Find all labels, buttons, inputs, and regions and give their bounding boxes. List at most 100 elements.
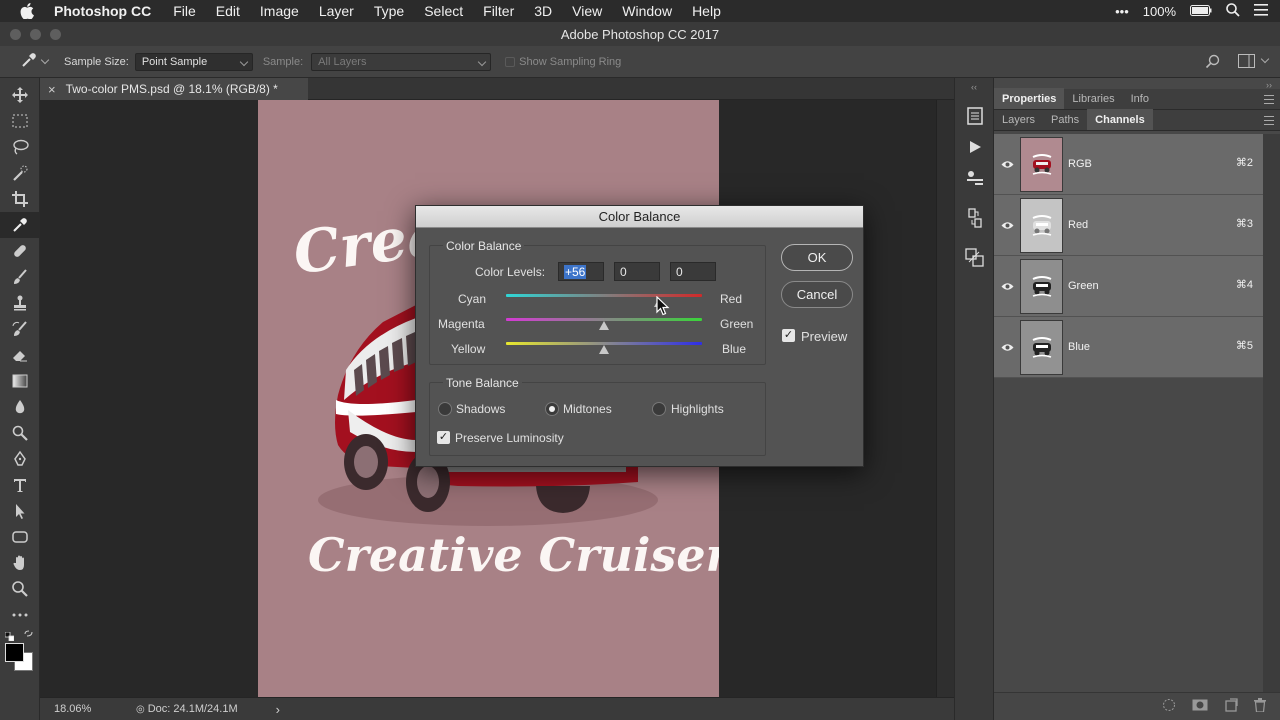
load-selection-icon[interactable] — [1162, 698, 1176, 715]
tab-layers[interactable]: Layers — [994, 109, 1043, 130]
eyedropper-tool-preset-icon[interactable] — [20, 51, 38, 72]
save-selection-icon[interactable] — [1192, 699, 1208, 714]
menu-image[interactable]: Image — [260, 3, 299, 19]
history-icon[interactable] — [955, 96, 995, 136]
tab-properties[interactable]: Properties — [994, 88, 1065, 109]
eye-icon[interactable] — [994, 160, 1020, 169]
eye-icon[interactable] — [994, 343, 1020, 352]
search-icon[interactable] — [1205, 54, 1220, 72]
crop-tool[interactable] — [0, 186, 40, 212]
shape-tool[interactable] — [0, 524, 40, 550]
minimize-window-button[interactable] — [30, 29, 41, 40]
blur-tool[interactable] — [0, 394, 40, 420]
yellow-blue-slider-thumb[interactable] — [599, 345, 609, 354]
gradient-tool[interactable] — [0, 368, 40, 394]
menu-filter[interactable]: Filter — [483, 3, 514, 19]
workspace-caret[interactable] — [1260, 54, 1270, 64]
panel-menu-icon[interactable] — [1264, 95, 1274, 104]
preserve-luminosity-checkbox[interactable]: ✓ — [437, 431, 450, 444]
sample-size-select[interactable]: Point Sample — [134, 52, 253, 71]
menu-view[interactable]: View — [572, 3, 602, 19]
zoom-window-button[interactable] — [50, 29, 61, 40]
midtones-radio[interactable] — [545, 402, 559, 416]
menu-file[interactable]: File — [173, 3, 196, 19]
status-menu-arrow[interactable]: › — [276, 702, 280, 717]
search-icon[interactable] — [1226, 2, 1240, 20]
menu-type[interactable]: Type — [374, 3, 404, 19]
highlights-radio[interactable] — [652, 402, 666, 416]
color-level-magenta-green-input[interactable]: 0 — [614, 262, 660, 281]
menu-layer[interactable]: Layer — [319, 3, 354, 19]
adjustments-icon[interactable] — [955, 158, 995, 198]
menu-select[interactable]: Select — [424, 3, 463, 19]
swap-colors-icon[interactable] — [24, 629, 34, 643]
canvas-vertical-scrollbar[interactable] — [936, 100, 954, 697]
magenta-green-slider-thumb[interactable] — [599, 321, 609, 330]
default-colors-icon[interactable] — [4, 630, 15, 644]
delete-channel-icon[interactable] — [1254, 698, 1266, 715]
color-level-yellow-blue-input[interactable]: 0 — [670, 262, 716, 281]
sample-select[interactable]: All Layers — [311, 52, 492, 71]
zoom-level[interactable]: 18.06% — [54, 703, 136, 715]
tab-channels[interactable]: Channels — [1087, 109, 1153, 130]
collapse-icon[interactable]: ‹‹ — [955, 78, 993, 96]
channel-row-green[interactable]: Green ⌘4 — [994, 256, 1263, 317]
preview-checkbox[interactable]: ✓ — [782, 329, 795, 342]
more-icon[interactable]: ••• — [1115, 4, 1129, 19]
sampling-ring-checkbox[interactable] — [505, 56, 516, 67]
color-level-cyan-red-input[interactable]: +56 — [558, 262, 604, 281]
apple-icon[interactable] — [0, 3, 54, 19]
menu-help[interactable]: Help — [692, 3, 721, 19]
eye-icon[interactable] — [994, 221, 1020, 230]
channel-row-blue[interactable]: Blue ⌘5 — [994, 317, 1263, 378]
eye-icon[interactable] — [994, 282, 1020, 291]
healing-brush-tool[interactable] — [0, 238, 40, 264]
close-icon[interactable]: × — [48, 82, 56, 97]
menu-3d[interactable]: 3D — [534, 3, 552, 19]
history-brush-tool[interactable] — [0, 316, 40, 342]
channel-row-red[interactable]: Red ⌘3 — [994, 195, 1263, 256]
zoom-tool[interactable] — [0, 576, 40, 602]
dodge-tool[interactable] — [0, 420, 40, 446]
tab-paths[interactable]: Paths — [1043, 109, 1087, 130]
notification-center-icon[interactable] — [1254, 3, 1268, 19]
close-window-button[interactable] — [10, 29, 21, 40]
more-tools-icon[interactable] — [0, 602, 40, 628]
window-titlebar: Adobe Photoshop CC 2017 — [0, 22, 1280, 46]
eraser-tool[interactable] — [0, 342, 40, 368]
workspace-icon[interactable] — [1238, 54, 1255, 71]
document-tab[interactable]: × Two-color PMS.psd @ 18.1% (RGB/8) * — [40, 78, 308, 100]
clone-source-icon[interactable] — [955, 238, 995, 278]
marquee-tool[interactable] — [0, 108, 40, 134]
shadows-radio[interactable] — [438, 402, 452, 416]
channels-scrollbar[interactable] — [1263, 134, 1280, 698]
eyedropper-tool[interactable] — [0, 212, 40, 238]
brush-tool[interactable] — [0, 264, 40, 290]
lasso-tool[interactable] — [0, 134, 40, 160]
sample-label: Sample: — [262, 55, 304, 68]
tab-libraries[interactable]: Libraries — [1064, 88, 1122, 109]
panel-menu-icon[interactable] — [1264, 116, 1274, 125]
new-channel-icon[interactable] — [1224, 698, 1238, 715]
actions-play-icon[interactable] — [955, 136, 995, 158]
tab-info[interactable]: Info — [1123, 88, 1157, 109]
layer-comps-icon[interactable] — [955, 198, 995, 238]
menu-edit[interactable]: Edit — [216, 3, 240, 19]
ok-button[interactable]: OK — [781, 244, 853, 271]
menu-window[interactable]: Window — [622, 3, 672, 19]
pen-tool[interactable] — [0, 446, 40, 472]
move-tool[interactable] — [0, 82, 40, 108]
foreground-color-swatch[interactable] — [5, 643, 24, 662]
hand-tool[interactable] — [0, 550, 40, 576]
cyan-red-slider-track[interactable] — [506, 294, 702, 297]
quick-selection-tool[interactable] — [0, 160, 40, 186]
cancel-button[interactable]: Cancel — [781, 281, 853, 308]
type-tool[interactable] — [0, 472, 40, 498]
channel-row-rgb[interactable]: RGB ⌘2 — [994, 134, 1263, 195]
app-name-menu[interactable]: Photoshop CC — [54, 3, 151, 19]
channel-name-red: Red — [1068, 219, 1089, 231]
battery-icon[interactable] — [1190, 4, 1212, 19]
path-selection-tool[interactable] — [0, 498, 40, 524]
tool-preset-caret[interactable] — [40, 55, 50, 64]
clone-stamp-tool[interactable] — [0, 290, 40, 316]
